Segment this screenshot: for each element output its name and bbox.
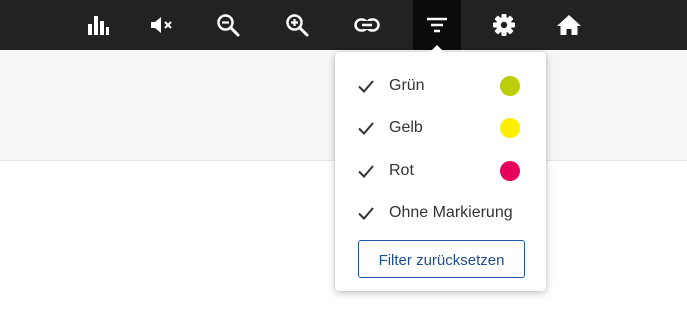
check-icon (358, 122, 374, 135)
zoom-in-button[interactable] (273, 0, 321, 50)
filter-item-rot[interactable]: Rot (335, 153, 546, 189)
home-button[interactable] (545, 0, 593, 50)
check-icon (358, 80, 374, 93)
color-dot-green (500, 76, 520, 96)
dropdown-arrow (430, 45, 444, 52)
mute-button[interactable] (138, 0, 186, 50)
color-dot-red (500, 161, 520, 181)
zoom-out-button[interactable] (204, 0, 252, 50)
home-icon (557, 15, 581, 35)
zoom-out-icon (217, 14, 240, 37)
filter-item-label: Rot (389, 162, 414, 179)
filter-item-label: Grün (389, 77, 425, 94)
check-icon (358, 207, 374, 220)
filter-item-gruen[interactable]: Grün (335, 68, 546, 104)
link-icon (354, 18, 380, 32)
filter-item-ohne-markierung[interactable]: Ohne Markierung (335, 195, 546, 231)
statistics-button[interactable] (74, 0, 122, 50)
filter-item-label: Ohne Markierung (389, 204, 513, 221)
color-dot-yellow (500, 118, 520, 138)
link-button[interactable] (343, 0, 391, 50)
filter-dropdown: Grün Gelb Rot Ohne Markierung Filter zur… (335, 45, 546, 291)
reset-filter-button[interactable]: Filter zurücksetzen (358, 240, 525, 278)
zoom-in-icon (286, 14, 309, 37)
filter-icon (427, 17, 447, 33)
filter-button[interactable] (413, 0, 461, 50)
settings-button[interactable] (480, 0, 528, 50)
check-icon (358, 165, 374, 178)
toolbar (0, 0, 687, 50)
filter-item-label: Gelb (389, 119, 423, 136)
mute-icon (151, 17, 172, 33)
gear-icon (493, 14, 515, 36)
filter-item-gelb[interactable]: Gelb (335, 110, 546, 146)
bar-chart-icon (88, 16, 109, 35)
